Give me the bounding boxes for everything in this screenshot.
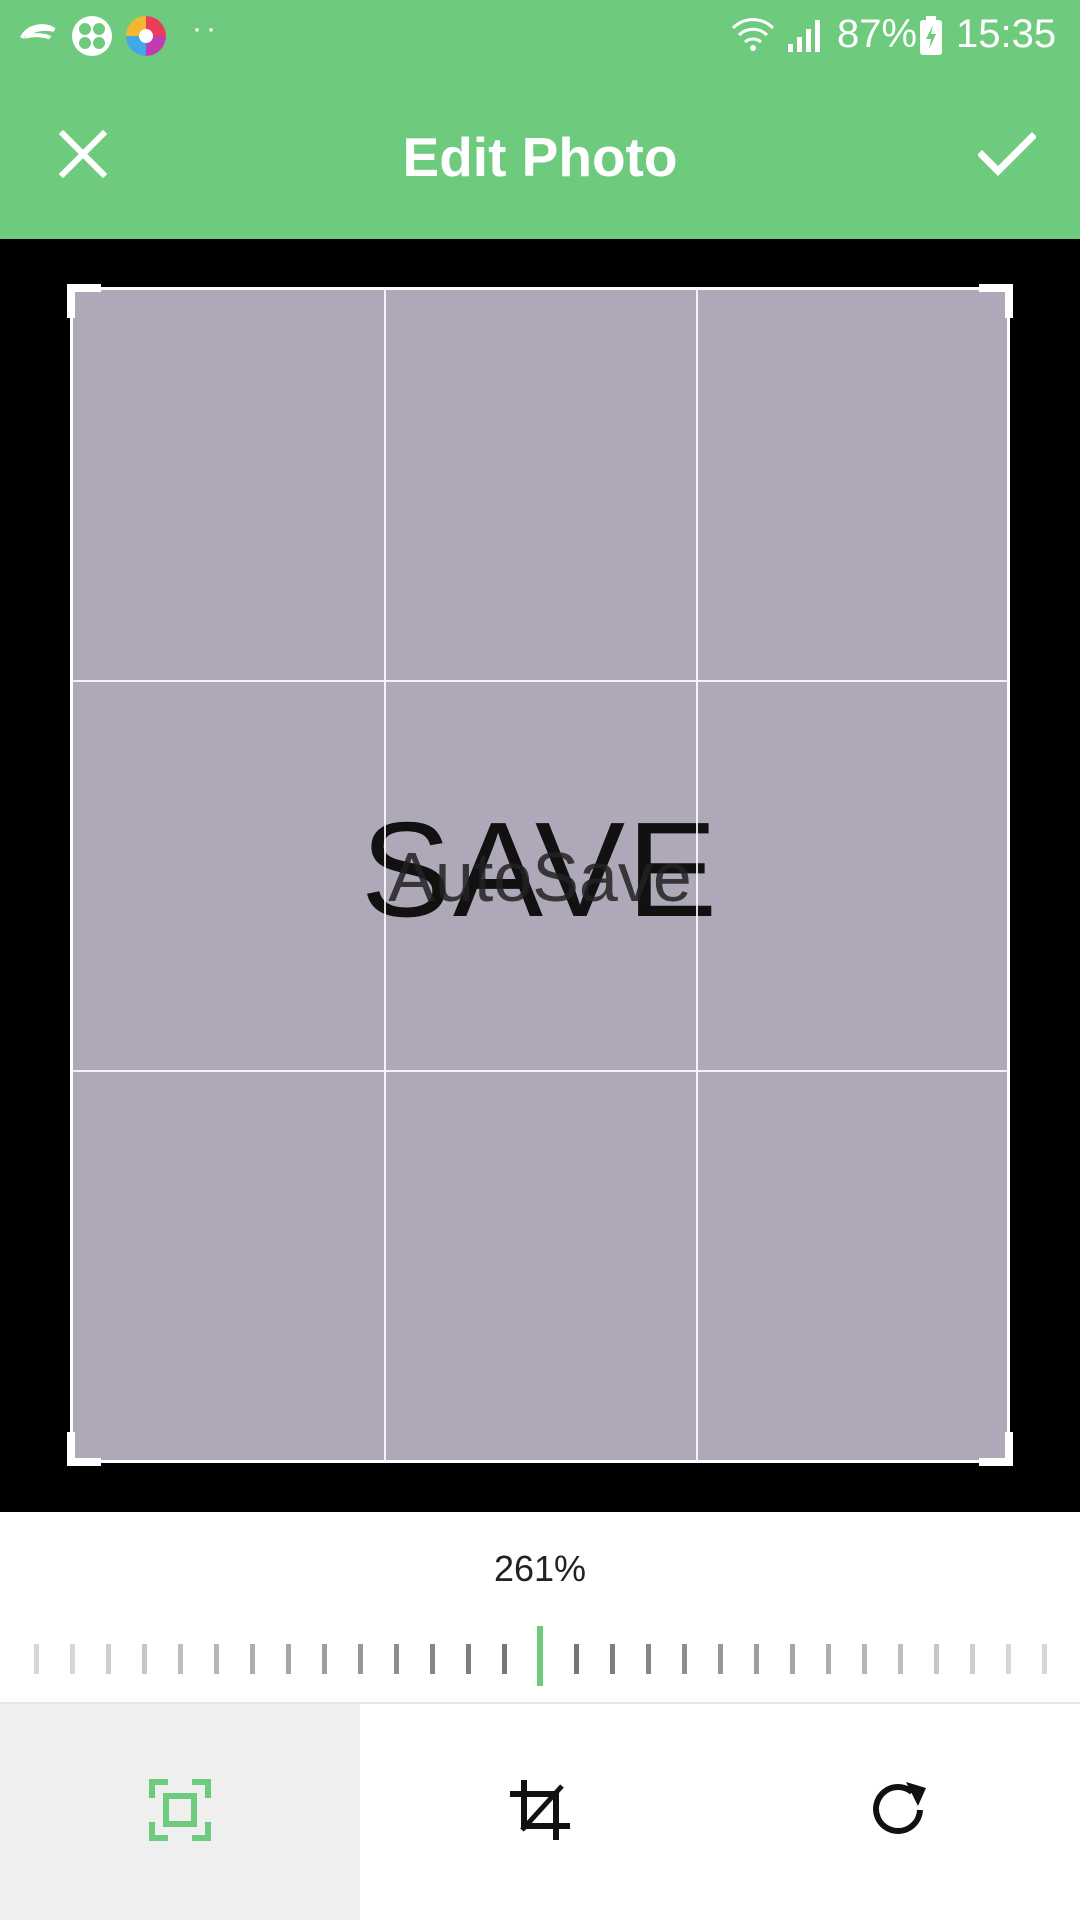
zoom-tick bbox=[178, 1644, 183, 1674]
bottom-toolbar bbox=[0, 1702, 1080, 1920]
zoom-tick bbox=[1042, 1644, 1047, 1674]
status-bar: ·· 87% 15:35 bbox=[0, 0, 1080, 73]
zoom-tick bbox=[970, 1644, 975, 1674]
clock: 15:35 bbox=[956, 12, 1057, 56]
clover-app-icon bbox=[70, 14, 114, 63]
zoom-tick bbox=[646, 1644, 651, 1674]
zoom-tick bbox=[574, 1644, 579, 1674]
zoom-control: 261% bbox=[0, 1512, 1080, 1702]
zoom-tick bbox=[502, 1644, 507, 1674]
zoom-tick bbox=[682, 1644, 687, 1674]
photo-canvas[interactable]: SAVE AutoSave bbox=[0, 239, 1080, 1512]
edit-photo-screen: ·· 87% 15:35 Edit Photo SAVE AutoSave 26… bbox=[0, 0, 1080, 1920]
color-wheel-app-icon bbox=[124, 14, 168, 63]
zoom-tick bbox=[142, 1644, 147, 1674]
zoom-tick bbox=[826, 1644, 831, 1674]
rotate-icon bbox=[868, 1778, 932, 1847]
zoom-tick bbox=[934, 1644, 939, 1674]
zoom-tick bbox=[754, 1644, 759, 1674]
zoom-tick bbox=[790, 1644, 795, 1674]
confirm-button[interactable] bbox=[952, 101, 1062, 211]
zoom-tick bbox=[610, 1644, 615, 1674]
cell-signal-icon bbox=[786, 16, 826, 59]
photo-image: SAVE AutoSave bbox=[70, 287, 1010, 1463]
zoom-tick bbox=[286, 1644, 291, 1674]
zoom-tick bbox=[898, 1644, 903, 1674]
zoom-tick bbox=[34, 1644, 39, 1674]
zoom-tick bbox=[394, 1644, 399, 1674]
zoom-tick bbox=[430, 1644, 435, 1674]
zoom-tick bbox=[1006, 1644, 1011, 1674]
zoom-slider[interactable] bbox=[0, 1620, 1080, 1690]
zoom-tick bbox=[250, 1644, 255, 1674]
fit-frame-icon bbox=[148, 1778, 212, 1847]
zoom-tick bbox=[214, 1644, 219, 1674]
wifi-icon bbox=[730, 16, 776, 59]
app-bar: Edit Photo bbox=[0, 73, 1080, 239]
notification-overflow: ·· bbox=[192, 12, 220, 45]
crop-icon bbox=[508, 1778, 572, 1847]
zoom-tick bbox=[718, 1644, 723, 1674]
zoom-tick bbox=[70, 1644, 75, 1674]
zoom-tick bbox=[862, 1644, 867, 1674]
crop-tool[interactable] bbox=[360, 1704, 720, 1920]
charging-battery-icon bbox=[918, 16, 944, 61]
rotate-tool[interactable] bbox=[720, 1704, 1080, 1920]
zoom-slider-thumb[interactable] bbox=[537, 1626, 543, 1686]
zoom-tick bbox=[466, 1644, 471, 1674]
check-icon bbox=[977, 131, 1037, 182]
page-title: Edit Photo bbox=[402, 126, 678, 188]
zoom-tick bbox=[106, 1644, 111, 1674]
fit-frame-tool[interactable] bbox=[0, 1704, 360, 1920]
photo-overlay-text: AutoSave bbox=[388, 838, 692, 916]
swirl-app-icon bbox=[18, 14, 58, 59]
battery-percent: 87% bbox=[837, 12, 918, 56]
zoom-tick bbox=[358, 1644, 363, 1674]
zoom-value: 261% bbox=[493, 1548, 587, 1589]
zoom-tick bbox=[322, 1644, 327, 1674]
